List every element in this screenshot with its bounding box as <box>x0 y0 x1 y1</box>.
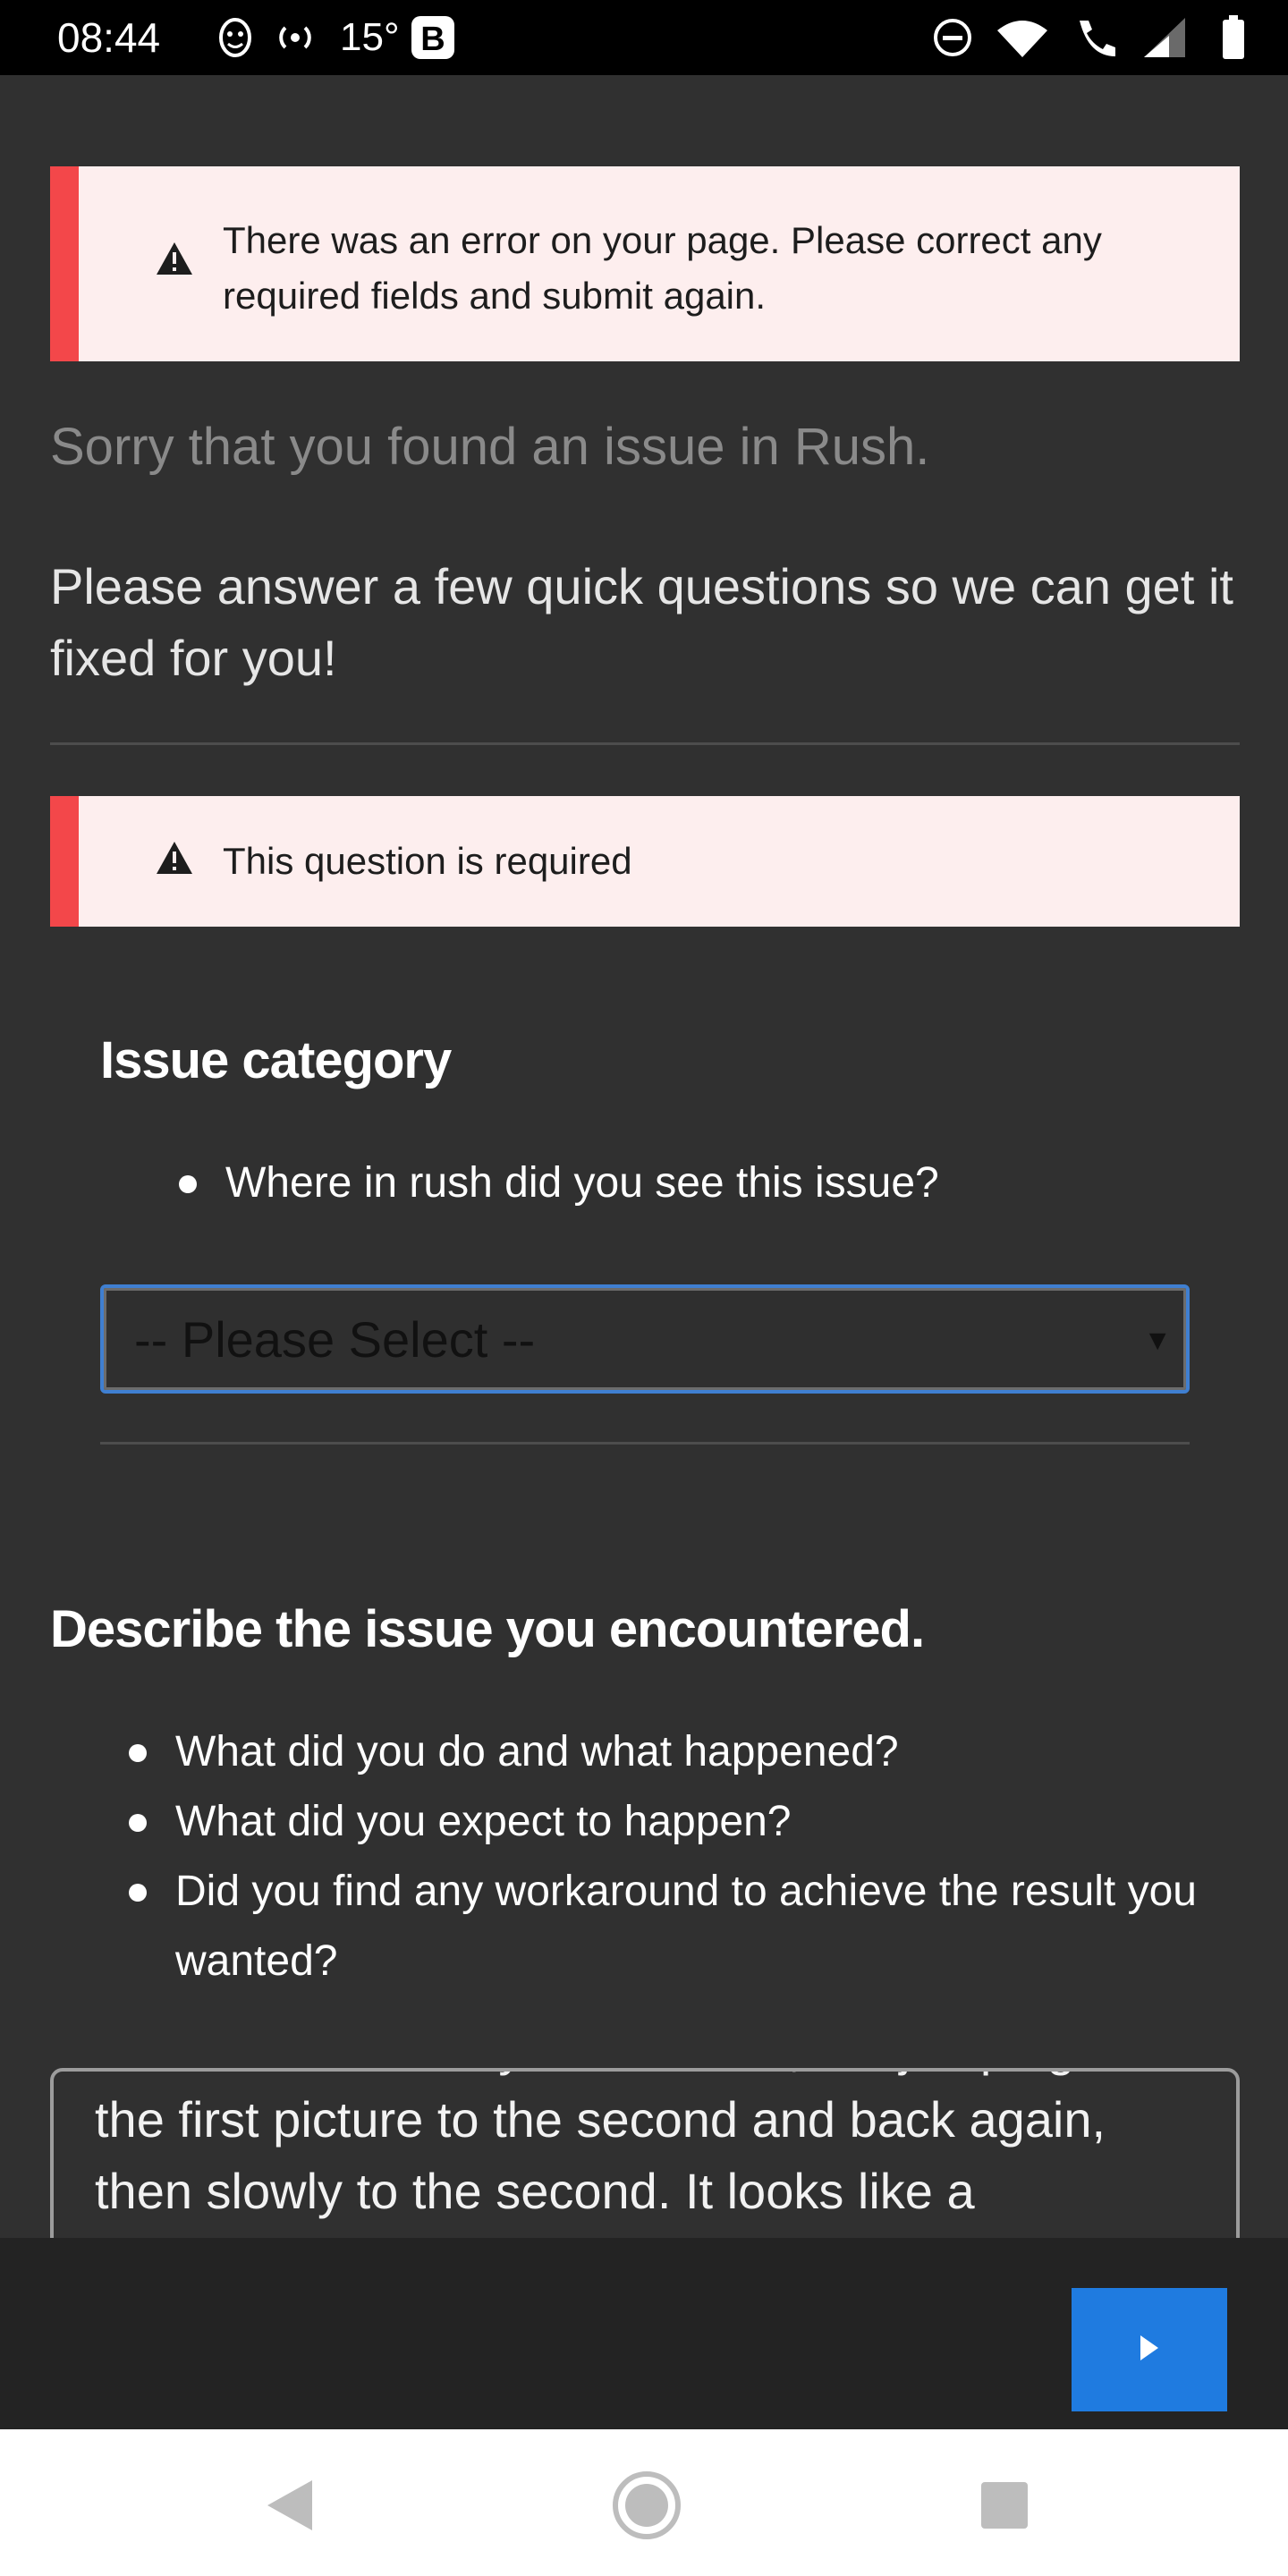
b-app-icon: B <box>408 16 458 59</box>
textarea-value: are as follows: they are not soft, but j… <box>95 2072 1189 2219</box>
warning-icon <box>156 242 193 280</box>
page-error-alert: There was an error on your page. Please … <box>50 166 1240 361</box>
question-required-alert: This question is required <box>50 796 1240 927</box>
describe-issue-title: Describe the issue you encountered. <box>50 1600 925 1658</box>
status-time: 08:44 <box>57 14 161 61</box>
do-not-disturb-icon <box>930 16 975 59</box>
recents-icon[interactable] <box>955 2456 1054 2555</box>
hotspot-icon <box>272 16 318 59</box>
list-item: Did you find any workaround to achieve t… <box>129 1857 1247 1996</box>
describe-issue-hints: What did you do and what happened? What … <box>129 1717 1247 1996</box>
issue-category-hints: Where in rush did you see this issue? <box>179 1148 1216 1218</box>
smiley-face-notification-icon <box>215 16 256 59</box>
status-temperature: 15° <box>340 15 400 59</box>
status-bar: 08:44 15° B <box>0 0 1288 75</box>
question-required-message: This question is required <box>223 840 632 882</box>
issue-category-select[interactable]: -- Please Select -- ▼ <box>100 1284 1190 1394</box>
page-error-message: There was an error on your page. Please … <box>223 219 1102 317</box>
divider <box>50 742 1240 745</box>
divider <box>100 1442 1190 1445</box>
select-value: -- Please Select -- <box>134 1311 536 1368</box>
system-nav-bar <box>0 2429 1288 2576</box>
intro-instructions: Please answer a few quick questions so w… <box>50 558 1233 686</box>
wifi-icon <box>993 16 1052 59</box>
sorry-heading: Sorry that you found an issue in Rush. <box>50 418 930 476</box>
wifi-calling-icon <box>1070 16 1123 59</box>
play-right-arrow-icon <box>1139 2334 1160 2367</box>
warning-icon <box>156 841 193 879</box>
signal-icon <box>1140 16 1190 59</box>
chevron-down-icon: ▼ <box>1143 1324 1172 1356</box>
back-icon[interactable] <box>240 2456 338 2555</box>
issue-category-title: Issue category <box>100 1031 452 1089</box>
svg-text:B: B <box>420 21 445 58</box>
list-item: Where in rush did you see this issue? <box>179 1148 1216 1218</box>
next-button[interactable] <box>1072 2288 1227 2411</box>
list-item: What did you expect to happen? <box>129 1787 1247 1857</box>
battery-icon <box>1220 15 1247 59</box>
list-item: What did you do and what happened? <box>129 1717 1247 1787</box>
form-footer <box>0 2238 1288 2429</box>
home-icon[interactable] <box>597 2456 696 2555</box>
